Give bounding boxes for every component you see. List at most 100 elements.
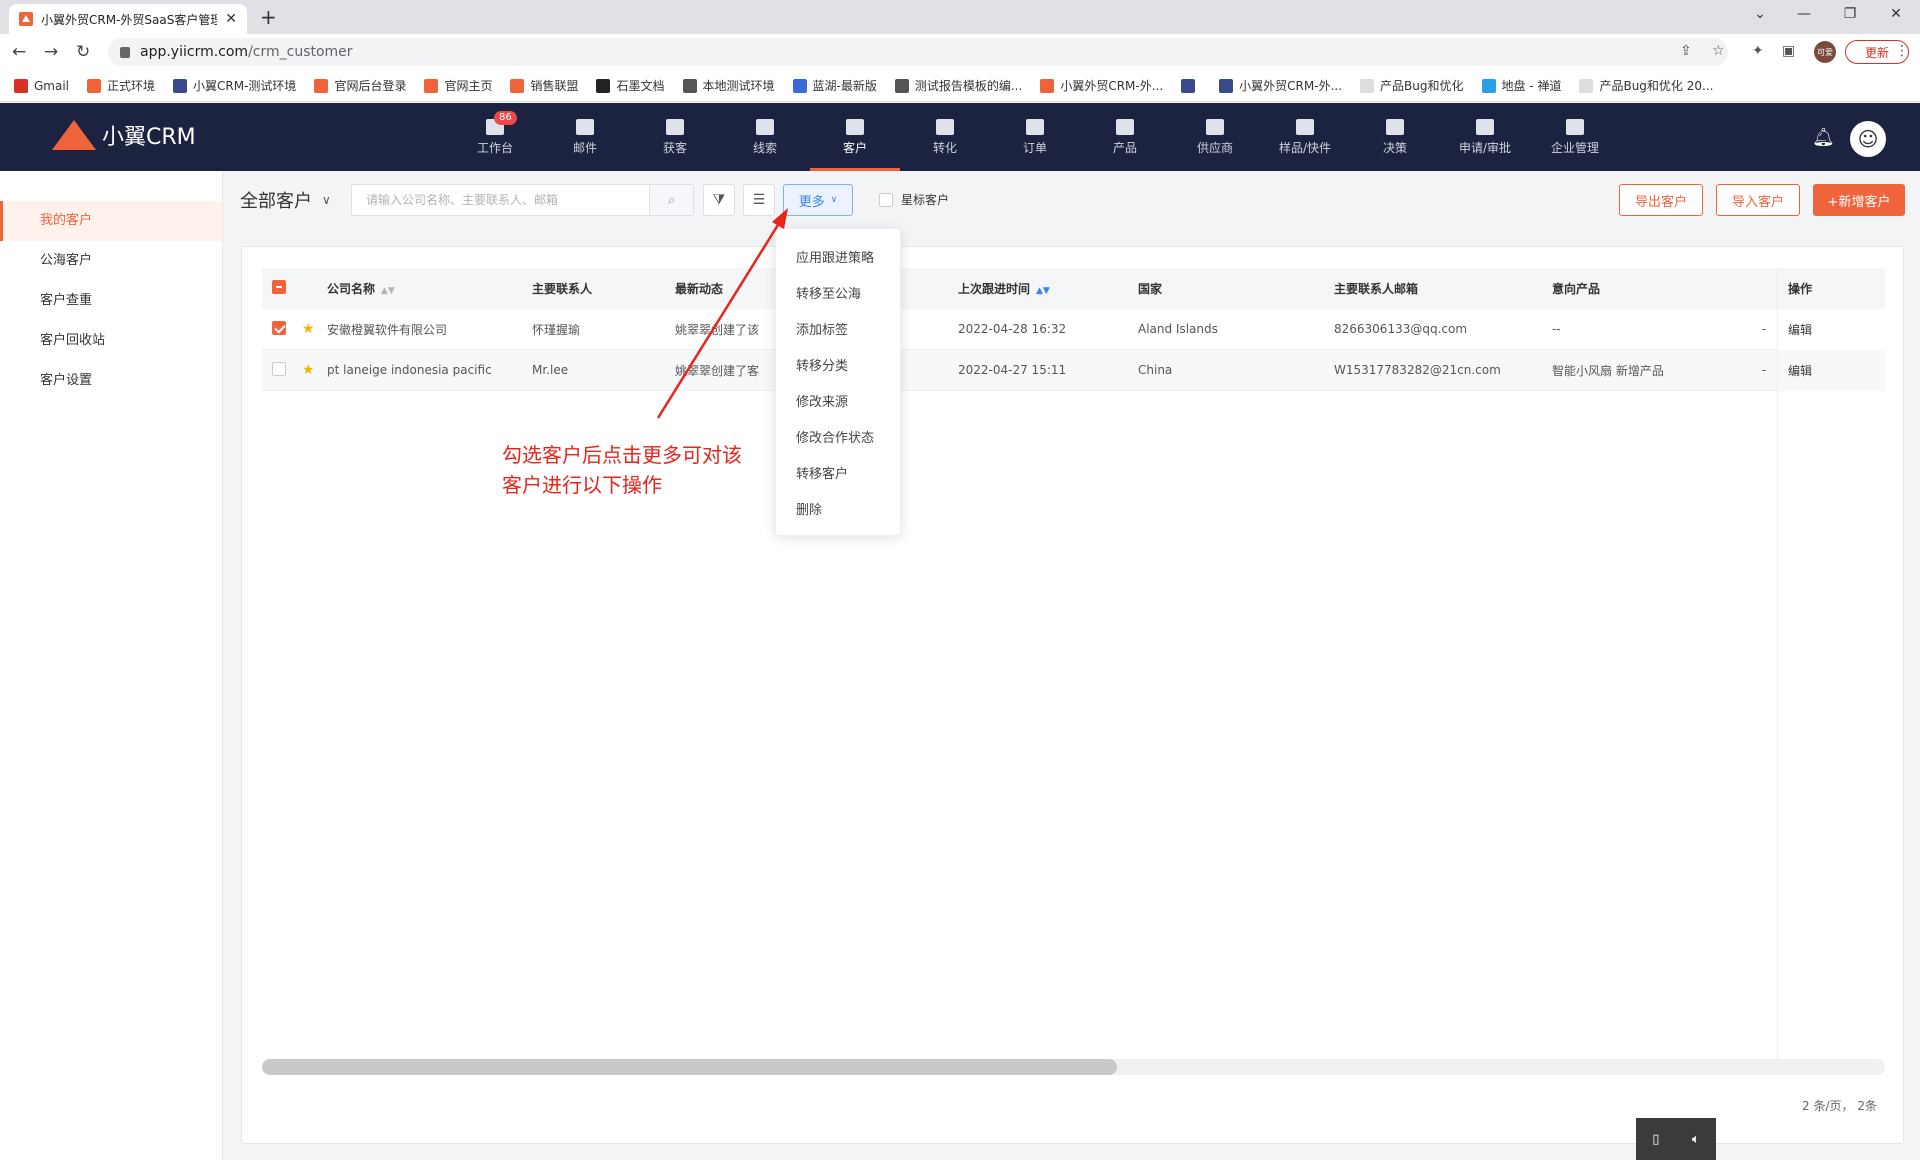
forward-icon[interactable]: → bbox=[44, 42, 58, 62]
bookmark-item[interactable]: 小翼外贸CRM-外... bbox=[1219, 77, 1342, 94]
browser-tab[interactable]: 小翼外贸CRM-外贸SaaS客户管理 ✕ bbox=[9, 4, 247, 34]
nav-item-1[interactable]: 邮件 bbox=[540, 103, 630, 171]
pagination-info: 2 条/页， 2条 bbox=[1802, 1099, 1877, 1113]
main-nav: 工作台 86 邮件 获客 线索 客户 转化 订单 产品 供应商 样品/快件 决策 申请/审批 企业管理 bbox=[450, 103, 1620, 171]
restore-icon[interactable]: ❐ bbox=[1840, 6, 1860, 22]
star-filter-label: 星标客户 bbox=[901, 193, 950, 207]
search-icon[interactable]: ⌕ bbox=[649, 185, 693, 215]
nav-item-12[interactable]: 企业管理 bbox=[1530, 103, 1620, 171]
select-all-checkbox[interactable] bbox=[272, 280, 286, 294]
bookmark-item[interactable]: 蓝湖-最新版 bbox=[792, 77, 877, 94]
cell-company[interactable]: pt laneige indonesia pacific bbox=[327, 363, 532, 377]
reload-icon[interactable]: ↻ bbox=[76, 42, 90, 62]
star-filter[interactable]: 星标客户 bbox=[879, 191, 949, 208]
menu-item[interactable]: 修改来源 bbox=[776, 385, 900, 421]
bookmark-item[interactable]: 石墨文档 bbox=[596, 77, 665, 94]
bookmark-item[interactable]: 正式环境 bbox=[87, 77, 155, 94]
import-button[interactable]: 导入客户 bbox=[1716, 184, 1800, 216]
star-filter-checkbox[interactable] bbox=[879, 192, 893, 207]
sidebar-item[interactable]: 客户回收站 bbox=[0, 321, 222, 361]
sort-icon[interactable]: ▲▼ bbox=[1036, 286, 1050, 296]
search-input[interactable] bbox=[352, 185, 649, 215]
bookmark-item[interactable] bbox=[1181, 78, 1201, 93]
bookmark-item[interactable]: 产品Bug和优化 bbox=[1360, 77, 1464, 94]
url-field[interactable]: app.yiicrm.com/crm_customer bbox=[108, 38, 1728, 66]
nav-item-2[interactable]: 获客 bbox=[630, 103, 720, 171]
table-row[interactable]: ★ 安徽橙翼软件有限公司 怀瑾握瑜 姚翠翠创建了该 2022-04-28 16:32 Al… bbox=[262, 309, 1885, 350]
nav-item-11[interactable]: 申请/审批 bbox=[1440, 103, 1530, 171]
usb-icon[interactable]: ▯ bbox=[1652, 1132, 1659, 1147]
bookmark-item[interactable]: 官网后台登录 bbox=[314, 77, 406, 94]
extensions-icon[interactable]: ✦ bbox=[1752, 43, 1764, 59]
nav-label: 产品 bbox=[1112, 140, 1137, 155]
bookmark-icon bbox=[1481, 78, 1496, 93]
bookmark-item[interactable]: 产品Bug和优化 20... bbox=[1579, 77, 1713, 94]
bookmark-icon bbox=[87, 78, 102, 93]
user-avatar[interactable]: ☺ bbox=[1850, 121, 1886, 157]
menu-item[interactable]: 转移分类 bbox=[776, 349, 900, 385]
bookmark-item[interactable]: 测试报告模板的编... bbox=[894, 77, 1022, 94]
add-customer-button[interactable]: +新增客户 bbox=[1813, 184, 1905, 216]
column-settings-icon[interactable]: ☰ bbox=[743, 184, 775, 216]
cell-company[interactable]: 安徽橙翼软件有限公司 bbox=[327, 321, 532, 338]
more-button[interactable]: 更多 ∨ bbox=[783, 184, 853, 216]
bookmark-item[interactable]: 官网主页 bbox=[424, 77, 492, 94]
bookmark-item[interactable]: 地盘 - 禅道 bbox=[1481, 77, 1561, 94]
edit-link[interactable]: 编辑 bbox=[1778, 309, 1885, 350]
bookmark-item[interactable]: 小翼CRM-测试环境 bbox=[173, 77, 296, 94]
profile-avatar[interactable]: 可爱 bbox=[1814, 41, 1836, 63]
nav-item-7[interactable]: 产品 bbox=[1080, 103, 1170, 171]
menu-kebab-icon[interactable]: ⋮ bbox=[1895, 43, 1909, 59]
customer-table-card: 公司名称 ▲▼ 主要联系人 最新动态 上次跟进时间 ▲▼ 国家 主要联系人邮箱 意向… bbox=[241, 246, 1904, 1144]
bookmark-item[interactable]: 销售联盟 bbox=[510, 77, 578, 94]
menu-item[interactable]: 转移至公海 bbox=[776, 277, 900, 313]
cell-email: W15317783282@21cn.com bbox=[1334, 363, 1501, 377]
share-icon[interactable]: ⇪ bbox=[1680, 43, 1692, 59]
table-row[interactable]: ★ pt laneige indonesia pacific Mr.lee 姚翠翠创建… bbox=[262, 350, 1885, 391]
sidebar-item[interactable]: 客户设置 bbox=[0, 361, 222, 401]
horizontal-scrollbar[interactable] bbox=[262, 1059, 1885, 1075]
star-icon[interactable]: ★ bbox=[302, 321, 315, 337]
nav-label: 客户 bbox=[842, 140, 867, 155]
bookmark-icon bbox=[894, 78, 909, 93]
menu-item[interactable]: 应用跟进策略 bbox=[776, 241, 900, 277]
bookmark-item[interactable]: 本地测试环境 bbox=[682, 77, 775, 94]
scope-select[interactable]: 全部客户 ∨ bbox=[240, 187, 331, 213]
bookmark-star-icon[interactable]: ☆ bbox=[1712, 43, 1725, 59]
row-checkbox[interactable] bbox=[272, 320, 286, 335]
nav-item-9[interactable]: 样品/快件 bbox=[1260, 103, 1350, 171]
back-icon[interactable]: ← bbox=[12, 42, 26, 62]
export-button[interactable]: 导出客户 bbox=[1619, 184, 1703, 216]
nav-item-8[interactable]: 供应商 bbox=[1170, 103, 1260, 171]
sidepanel-icon[interactable]: ▣ bbox=[1782, 43, 1795, 59]
nav-item-6[interactable]: 订单 bbox=[990, 103, 1080, 171]
close-tab-icon[interactable]: ✕ bbox=[225, 11, 237, 27]
bookmark-item[interactable]: Gmail bbox=[14, 78, 69, 93]
close-window-icon[interactable]: ✕ bbox=[1886, 6, 1906, 22]
bookmark-item[interactable]: 小翼外贸CRM-外... bbox=[1040, 77, 1163, 94]
sort-icon[interactable]: ▲▼ bbox=[381, 286, 395, 296]
filter-icon[interactable]: ⧩ bbox=[703, 184, 735, 216]
minimize-icon[interactable]: — bbox=[1794, 6, 1814, 22]
col-last-follow: 上次跟进时间 bbox=[958, 282, 1031, 296]
sidebar-item[interactable]: 公海客户 bbox=[0, 241, 222, 281]
edit-link[interactable]: 编辑 bbox=[1778, 350, 1885, 391]
nav-icon bbox=[1386, 118, 1404, 135]
logo[interactable]: 小翼CRM bbox=[52, 119, 196, 151]
new-tab-button[interactable]: + bbox=[260, 5, 277, 29]
nav-item-3[interactable]: 线索 bbox=[720, 103, 810, 171]
nav-item-4[interactable]: 客户 bbox=[810, 103, 900, 171]
star-icon[interactable]: ★ bbox=[302, 362, 315, 378]
menu-item[interactable]: 添加标签 bbox=[776, 313, 900, 349]
nav-item-10[interactable]: 决策 bbox=[1350, 103, 1440, 171]
annotation-text: 勾选客户后点击更多可对该 客户进行以下操作 bbox=[502, 440, 802, 500]
bell-icon[interactable]: 🔔︎ bbox=[1812, 127, 1835, 148]
sidebar-item[interactable]: 我的客户 bbox=[0, 201, 222, 241]
sidebar-item[interactable]: 客户查重 bbox=[0, 281, 222, 321]
tab-search-icon[interactable]: ⌄ bbox=[1750, 6, 1770, 22]
volume-icon[interactable]: 🔈︎ bbox=[1692, 1132, 1700, 1147]
row-checkbox[interactable] bbox=[272, 361, 286, 376]
nav-item-5[interactable]: 转化 bbox=[900, 103, 990, 171]
scrollbar-thumb[interactable] bbox=[262, 1059, 1117, 1075]
nav-item-0[interactable]: 工作台 86 bbox=[450, 103, 540, 171]
